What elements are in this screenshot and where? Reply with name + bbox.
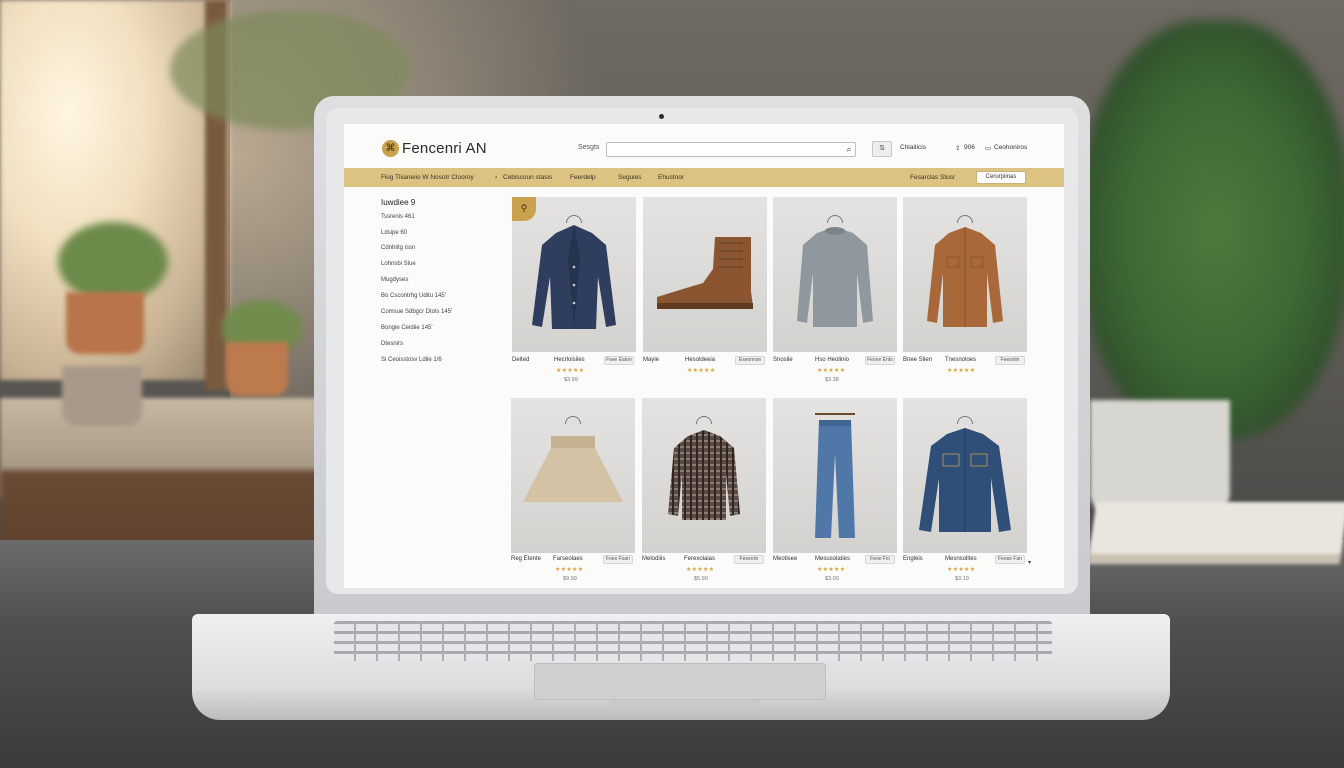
sidebar-item[interactable]: Ldsipe 60 (381, 230, 407, 236)
background-pot-white (62, 366, 142, 426)
nav-right-button[interactable]: Cerurpiinas (976, 171, 1026, 184)
rating-stars: ★★★★★ (555, 567, 584, 573)
background-plant-right (1080, 20, 1344, 440)
header-link-cart[interactable]: 906 (964, 144, 975, 151)
product-price: $9.99 (563, 576, 577, 582)
browser-screen: ⌘ Fencenri AN Sesgts ⌕ ⇅ Chiaiticis ⇪ 90… (344, 124, 1064, 588)
background-pot (66, 292, 144, 354)
background-plant-left (58, 222, 168, 302)
add-to-cart-button[interactable]: Feone Ento (865, 356, 895, 365)
sidebar-item[interactable]: Tssrenis 461 (381, 214, 415, 220)
search-icon[interactable]: ⌕ (843, 143, 855, 156)
add-to-cart-button[interactable]: Foes Foan (603, 555, 633, 564)
rating-stars: ★★★★★ (686, 567, 715, 573)
nav-item-1[interactable]: Fkig Tliianeiio W Nosotr Clooroy (381, 174, 474, 181)
background-books (1087, 502, 1344, 564)
product-price: $3.99 (564, 377, 578, 383)
product-name[interactable]: Reg Etente (511, 556, 541, 562)
rating-stars: ★★★★★ (947, 368, 976, 374)
rating-stars: ★★★★★ (947, 567, 976, 573)
product-image-sweater[interactable] (773, 197, 897, 352)
sidebar-item[interactable]: Lohnsbi Slue (381, 261, 416, 267)
add-to-cart-button[interactable]: Eseonnse (735, 356, 765, 365)
hanger-icon: ⚲ (512, 197, 536, 221)
product-image-skirt[interactable] (511, 398, 635, 553)
header-link-account[interactable]: Chiaiticis (900, 144, 926, 151)
product-name[interactable]: Melodiiis (642, 556, 665, 562)
sidebar-item[interactable]: Comsue Sdbgcr Dtols 145' (381, 309, 452, 315)
product-subtitle: Mesnsolites (945, 556, 977, 562)
background-planter (1090, 400, 1230, 515)
sidebar-item[interactable]: Si Ceoisstosv Ldlie 1/6 (381, 357, 442, 363)
sidebar-item[interactable]: Bongie Ceidiie 145' (381, 325, 433, 331)
rating-stars: ★★★★★ (687, 368, 716, 374)
filter-button[interactable]: ⇅ (872, 141, 892, 157)
rating-stars: ★★★★★ (817, 368, 846, 374)
nav-item-4[interactable]: Seguies (618, 174, 642, 181)
search-input[interactable] (606, 142, 856, 157)
laptop-notch (610, 700, 760, 708)
sidebar-item[interactable]: Mugdyses (381, 277, 408, 283)
product-image-boot[interactable] (643, 197, 767, 352)
product-image-plaid-shirt[interactable] (642, 398, 766, 553)
rating-stars: ★★★★★ (556, 368, 585, 374)
site-logo[interactable]: Fencenri AN (402, 140, 487, 157)
menu-icon[interactable]: ▭ (985, 144, 991, 152)
laptop-trackpad[interactable] (534, 663, 826, 700)
nav-item-5[interactable]: Ehustnor (658, 174, 684, 181)
product-subtitle: Mesusolaties (815, 556, 851, 562)
product-price: $5.90 (694, 576, 708, 582)
product-name[interactable]: Engleis (903, 556, 923, 562)
product-price: $3.00 (825, 576, 839, 582)
product-name[interactable]: Mayie (643, 357, 659, 363)
product-image-jeans[interactable] (773, 398, 897, 553)
product-subtitle: Hso Heolinio (815, 357, 850, 363)
chevron-right-icon: › (495, 174, 498, 181)
product-subtitle: Hecrloisiles (554, 357, 585, 363)
site-header: ⌘ Fencenri AN Sesgts ⌕ ⇅ Chiaiticis ⇪ 90… (344, 124, 1064, 170)
product-name[interactable]: Meotisee (773, 556, 797, 562)
product-price: $3.38 (825, 377, 839, 383)
add-to-cart-button[interactable]: Fsee Eaton (604, 356, 634, 365)
product-name[interactable]: Snoslie (773, 357, 793, 363)
add-to-cart-button[interactable]: Feseniin (734, 555, 764, 564)
product-image-shirt[interactable] (903, 197, 1027, 352)
hanger-icon[interactable]: ⌘ (382, 140, 399, 157)
nav-item-3[interactable]: Feerdelp (570, 174, 596, 181)
product-image-denim-jacket[interactable] (903, 398, 1027, 553)
cart-icon[interactable]: ⇪ (955, 144, 960, 152)
product-subtitle: Tnesnoloes (945, 357, 977, 363)
product-name[interactable]: Deited (512, 357, 529, 363)
add-to-cart-button[interactable]: Feesniln (995, 356, 1025, 365)
laptop-keyboard[interactable] (334, 621, 1052, 661)
sidebar-item[interactable]: Dtesnirs (381, 341, 403, 347)
category-navbar: Fkig Tliianeiio W Nosotr Clooroy › Cebis… (344, 168, 1064, 187)
product-image-jacket[interactable] (512, 197, 636, 352)
add-to-cart-button[interactable]: Feose Fan (995, 555, 1025, 564)
product-price: $3.19 (955, 576, 969, 582)
background-pot-small (226, 342, 288, 396)
webcam (659, 114, 664, 119)
add-to-cart-button[interactable]: Feoe Fio (865, 555, 895, 564)
nav-item-2[interactable]: Cebiscoun stasis (503, 174, 552, 181)
sidebar-item[interactable]: Bo Cscontrhg Uditu 145' (381, 293, 446, 299)
chevron-down-icon[interactable]: ▾ (1028, 559, 1031, 566)
search-label: Sesgts (578, 144, 600, 151)
nav-right-link[interactable]: Fesarclas Stusr (910, 174, 955, 181)
product-subtitle: Hesoldeeia (685, 357, 716, 363)
sidebar-title: Iuwdiee 9 (381, 198, 416, 207)
header-link-contact[interactable]: Ceohoniros (994, 144, 1027, 151)
product-subtitle: Farseolaes (553, 556, 583, 562)
product-subtitle: Ferexolaias (684, 556, 716, 562)
sidebar-item[interactable]: Cdnhlitg issn (381, 245, 415, 251)
rating-stars: ★★★★★ (817, 567, 846, 573)
product-name[interactable]: Bnee Slien (903, 357, 932, 363)
